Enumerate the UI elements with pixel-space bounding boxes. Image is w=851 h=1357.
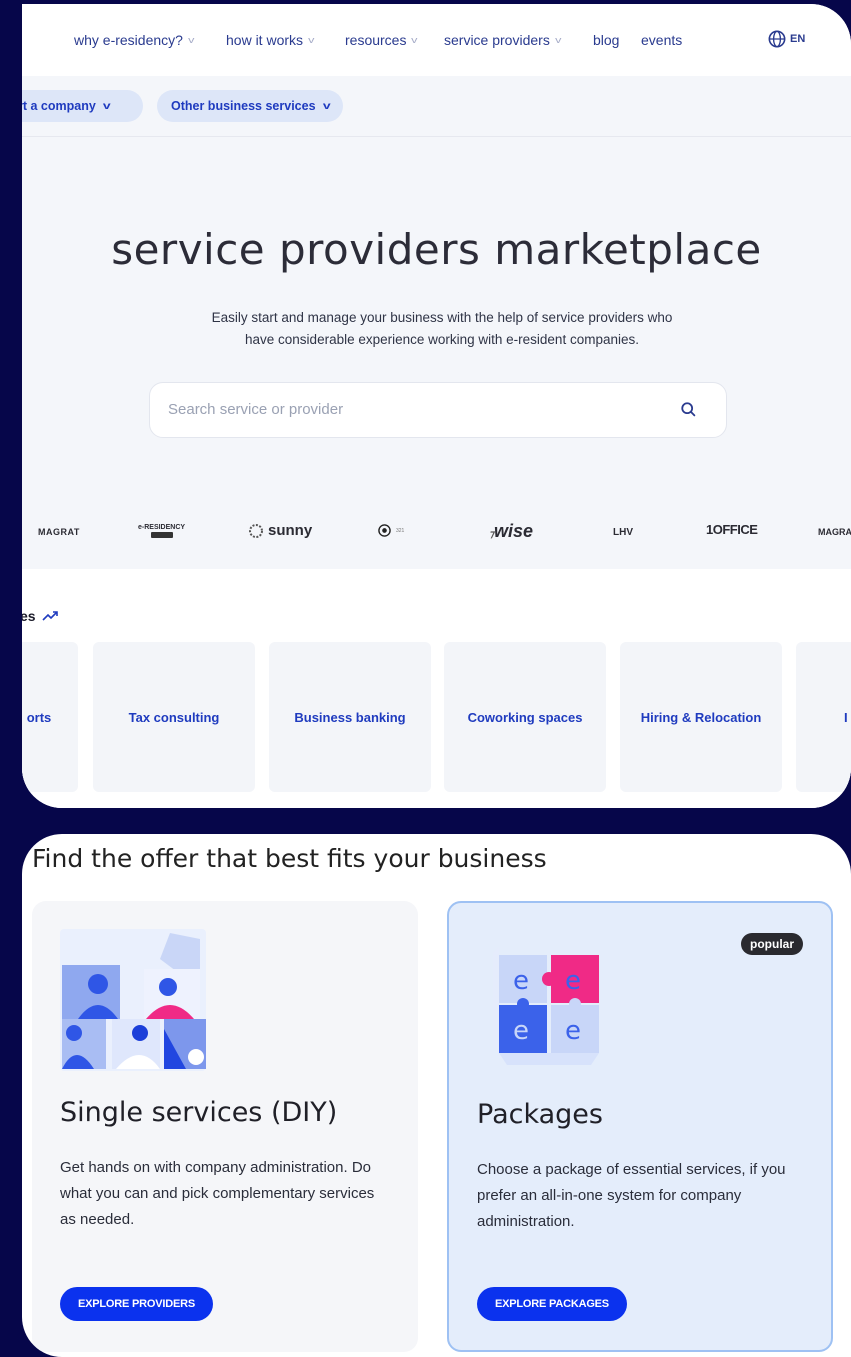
provider-logos-strip: MAGRAT e-RESIDENCY sunny 321 ⁊wise LHV 1… bbox=[22, 497, 851, 569]
svg-text:e: e bbox=[565, 1016, 581, 1046]
logo-e-residency[interactable]: e-RESIDENCY bbox=[138, 524, 185, 538]
category-label: Business banking bbox=[294, 709, 406, 725]
card-description: Choose a package of essential services, … bbox=[477, 1161, 786, 1230]
single-services-card[interactable]: Single services (DIY) Get hands on with … bbox=[32, 901, 418, 1352]
sun-icon bbox=[249, 523, 263, 538]
logo-magrat[interactable]: MAGRAT bbox=[818, 527, 851, 537]
chevron-down-icon: v bbox=[188, 35, 195, 45]
categories-section: es orts Tax consulting Business banking … bbox=[22, 570, 851, 808]
category-card-hiring-relocation[interactable]: Hiring & Relocation bbox=[620, 642, 782, 792]
nav-blog[interactable]: blog bbox=[593, 32, 619, 48]
nav-events[interactable]: events bbox=[641, 32, 682, 48]
logo-text: sunny bbox=[268, 522, 313, 539]
svg-text:e: e bbox=[513, 966, 529, 996]
nav-label: resources bbox=[345, 32, 407, 48]
hero-section: service providers marketplace Easily sta… bbox=[22, 137, 851, 497]
offers-panel: Find the offer that best fits your busin… bbox=[22, 834, 851, 1357]
logo-321[interactable]: 321 bbox=[378, 524, 404, 537]
logo-1office[interactable]: 1OFFICE bbox=[706, 522, 758, 537]
heading-text: es bbox=[22, 608, 36, 624]
chevron-down-icon: v bbox=[308, 35, 315, 45]
category-card-reports[interactable]: orts bbox=[22, 642, 78, 792]
page-title: service providers marketplace bbox=[111, 225, 762, 274]
explore-packages-button[interactable]: EXPLORE PACKAGES bbox=[477, 1287, 627, 1321]
search-icon[interactable] bbox=[680, 401, 698, 419]
card-description: Get hands on with company administration… bbox=[60, 1159, 375, 1228]
pill-label: Other business services bbox=[171, 99, 316, 113]
category-card-tax-consulting[interactable]: Tax consulting bbox=[93, 642, 255, 792]
target-icon bbox=[378, 524, 391, 537]
category-label: Tax consulting bbox=[128, 709, 220, 725]
category-card-coworking[interactable]: Coworking spaces bbox=[444, 642, 606, 792]
logo-bar bbox=[150, 532, 173, 538]
people-illustration-icon bbox=[60, 929, 206, 1071]
subtitle-line: Easily start and manage your business wi… bbox=[211, 310, 673, 325]
logo-magrat[interactable]: MAGRAT bbox=[38, 527, 80, 537]
puzzle-e-icon: e e e e bbox=[493, 947, 599, 1065]
nav-service-providers[interactable]: service providers v bbox=[444, 32, 562, 48]
language-selector[interactable]: EN bbox=[768, 30, 805, 48]
nav-label: blog bbox=[593, 32, 620, 48]
logo-lhv[interactable]: LHV bbox=[613, 527, 633, 538]
subtitle-line: have considerable experience working wit… bbox=[245, 332, 639, 347]
packages-card[interactable]: popular e e e e Packages Choose a packag… bbox=[447, 901, 833, 1352]
start-company-dropdown[interactable]: rt a company v bbox=[22, 90, 143, 122]
logo-text: e-RESIDENCY bbox=[138, 524, 186, 531]
nav-label: events bbox=[641, 32, 683, 48]
offers-heading: Find the offer that best fits your busin… bbox=[32, 844, 547, 873]
nav-label: why e-residency? bbox=[74, 32, 183, 48]
nav-why-e-residency[interactable]: why e-residency? v bbox=[74, 32, 195, 48]
nav-how-it-works[interactable]: how it works v bbox=[226, 32, 314, 48]
card-title: Packages bbox=[477, 1099, 603, 1130]
language-label: EN bbox=[790, 33, 806, 45]
chevron-down-icon: v bbox=[102, 100, 111, 112]
category-label: Coworking spaces bbox=[467, 709, 583, 725]
globe-icon bbox=[768, 30, 786, 48]
category-label: Hiring & Relocation bbox=[640, 709, 762, 725]
trending-up-icon bbox=[42, 611, 58, 621]
explore-providers-button[interactable]: EXPLORE PROVIDERS bbox=[60, 1287, 214, 1321]
category-label: I bbox=[844, 709, 848, 725]
nav-label: how it works bbox=[226, 32, 304, 48]
popular-badge: popular bbox=[741, 933, 803, 955]
top-navigation: why e-residency? v how it works v resource… bbox=[22, 4, 851, 76]
chevron-down-icon: v bbox=[554, 35, 562, 45]
logo-sunny[interactable]: sunny bbox=[248, 522, 312, 539]
logo-text: wise bbox=[493, 521, 534, 541]
hero-subtitle: Easily start and manage your business wi… bbox=[172, 307, 712, 351]
category-label: orts bbox=[26, 709, 52, 725]
chevron-down-icon: v bbox=[322, 100, 331, 112]
logo-wise[interactable]: ⁊wise bbox=[489, 521, 533, 542]
categories-heading: es bbox=[22, 608, 58, 624]
search-placeholder: Search service or provider bbox=[168, 401, 344, 418]
pill-label: rt a company bbox=[22, 99, 96, 113]
card-title: Single services (DIY) bbox=[60, 1097, 338, 1128]
chevron-down-icon: v bbox=[411, 35, 418, 45]
logo-text: 321 bbox=[396, 527, 405, 534]
svg-text:e: e bbox=[565, 966, 581, 996]
marketplace-panel: why e-residency? v how it works v resource… bbox=[22, 4, 851, 808]
category-subnav: rt a company v Other business services v bbox=[22, 76, 851, 137]
svg-text:e: e bbox=[513, 1016, 529, 1046]
nav-label: service providers bbox=[444, 32, 550, 48]
category-card-business-banking[interactable]: Business banking bbox=[269, 642, 431, 792]
nav-resources[interactable]: resources v bbox=[345, 32, 418, 48]
category-card-more[interactable]: I bbox=[796, 642, 851, 792]
search-input[interactable]: Search service or provider bbox=[149, 382, 727, 438]
other-business-services-dropdown[interactable]: Other business services v bbox=[157, 90, 344, 122]
